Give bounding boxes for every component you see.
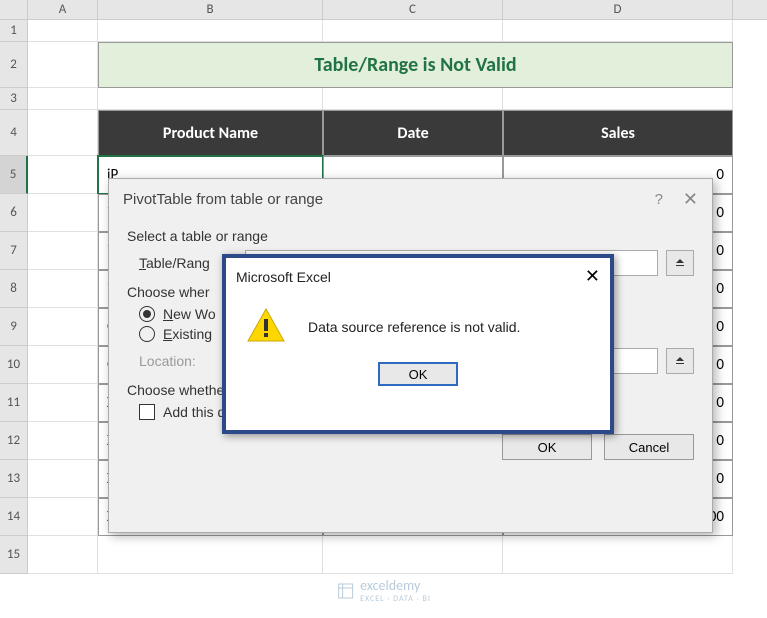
cell[interactable]: [323, 20, 503, 42]
cell[interactable]: [28, 346, 98, 384]
cell[interactable]: [28, 88, 98, 110]
row-header-2[interactable]: 2: [0, 42, 28, 88]
row-header-13[interactable]: 13: [0, 460, 28, 498]
cell[interactable]: [503, 20, 733, 42]
cell[interactable]: [28, 110, 98, 156]
row-header-8[interactable]: 8: [0, 270, 28, 308]
th-date[interactable]: Date: [323, 110, 503, 156]
watermark-sub: EXCEL · DATA · BI: [360, 594, 431, 604]
cell[interactable]: [28, 270, 98, 308]
cancel-button[interactable]: Cancel: [604, 434, 694, 460]
row-header-15[interactable]: 15: [0, 536, 28, 574]
cell[interactable]: [503, 88, 733, 110]
close-icon[interactable]: ✕: [683, 189, 698, 210]
row-header-6[interactable]: 6: [0, 194, 28, 232]
ok-button[interactable]: OK: [502, 434, 592, 460]
cell[interactable]: [28, 42, 98, 88]
col-header-b[interactable]: B: [98, 0, 323, 19]
row-header-10[interactable]: 10: [0, 346, 28, 384]
cell[interactable]: [98, 20, 323, 42]
cell[interactable]: [28, 498, 98, 536]
cell[interactable]: [28, 536, 98, 574]
merged-title-cell[interactable]: Table/Range is Not Valid: [98, 42, 733, 88]
warning-icon: [246, 305, 286, 348]
column-headers: A B C D: [0, 0, 767, 20]
watermark-icon: [336, 582, 354, 600]
th-product[interactable]: Product Name: [98, 110, 323, 156]
radio-existing-worksheet[interactable]: [139, 326, 155, 342]
row-header-1[interactable]: 1: [0, 20, 28, 42]
error-dialog: Microsoft Excel ✕ Data source reference …: [222, 254, 614, 434]
close-icon[interactable]: ✕: [585, 266, 600, 287]
cell[interactable]: [98, 88, 323, 110]
radio-new-label: New Wo: [163, 306, 216, 322]
th-sales[interactable]: Sales: [503, 110, 733, 156]
cell[interactable]: [28, 384, 98, 422]
col-header-c[interactable]: C: [323, 0, 503, 19]
error-dialog-title: Microsoft Excel: [236, 269, 331, 285]
row-header-11[interactable]: 11: [0, 384, 28, 422]
dialog-title: PivotTable from table or range: [123, 191, 323, 208]
error-message: Data source reference is not valid.: [308, 319, 520, 335]
row-header-12[interactable]: 12: [0, 422, 28, 460]
cell[interactable]: [28, 422, 98, 460]
arrow-up-icon: [674, 355, 686, 367]
cell[interactable]: [98, 536, 323, 574]
row-header-5[interactable]: 5: [0, 156, 28, 194]
cell[interactable]: [28, 194, 98, 232]
row-header-14[interactable]: 14: [0, 498, 28, 536]
row-header-3[interactable]: 3: [0, 88, 28, 110]
radio-existing-label: Existing: [163, 326, 212, 342]
collapse-dialog-button-2[interactable]: [666, 348, 694, 374]
cell[interactable]: [28, 156, 98, 194]
collapse-dialog-button[interactable]: [666, 250, 694, 276]
radio-new-worksheet[interactable]: [139, 306, 155, 322]
error-ok-button[interactable]: OK: [378, 362, 458, 386]
cell[interactable]: [28, 308, 98, 346]
watermark-brand: exceldemy: [360, 577, 431, 594]
cell[interactable]: [28, 460, 98, 498]
cell[interactable]: [28, 20, 98, 42]
help-icon[interactable]: ?: [655, 191, 663, 208]
checkbox-data-model[interactable]: [139, 404, 155, 420]
cell[interactable]: [323, 536, 503, 574]
row-header-7[interactable]: 7: [0, 232, 28, 270]
spreadsheet-grid: A B C D 1 2 Table/Range is Not Valid 3 4: [0, 0, 767, 618]
cell[interactable]: [28, 232, 98, 270]
col-header-d[interactable]: D: [503, 0, 733, 19]
cell[interactable]: [323, 88, 503, 110]
row-header-9[interactable]: 9: [0, 308, 28, 346]
watermark: exceldemy EXCEL · DATA · BI: [336, 577, 431, 604]
cell[interactable]: [503, 536, 733, 574]
row-header-4[interactable]: 4: [0, 110, 28, 156]
col-header-a[interactable]: A: [28, 0, 98, 19]
select-all-corner[interactable]: [0, 0, 28, 19]
section-select-range: Select a table or range: [127, 228, 694, 244]
arrow-up-icon: [674, 257, 686, 269]
